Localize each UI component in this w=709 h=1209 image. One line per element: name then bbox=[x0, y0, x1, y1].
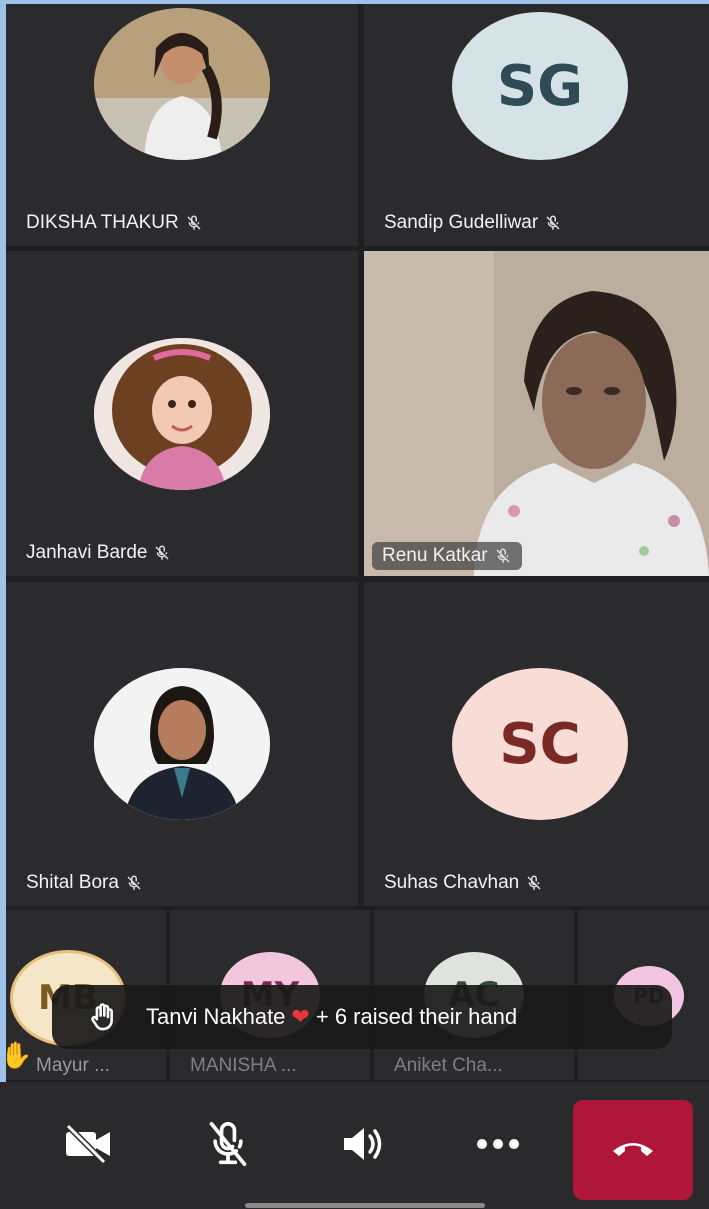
participant-name: Sandip Gudelliwar bbox=[384, 212, 562, 234]
raised-hand-icon bbox=[82, 995, 126, 1039]
mic-off-icon bbox=[206, 1120, 250, 1173]
participant-tile-renu[interactable]: Renu Katkar bbox=[364, 251, 709, 576]
mic-off-icon bbox=[125, 874, 143, 892]
mic-off-icon bbox=[525, 874, 543, 892]
more-options-button[interactable] bbox=[466, 1114, 530, 1178]
participant-name: Janhavi Barde bbox=[26, 542, 171, 564]
mic-toggle-button[interactable] bbox=[196, 1114, 260, 1178]
avatar-initials-text: SG bbox=[496, 53, 584, 119]
participant-tile-janhavi[interactable]: Janhavi Barde bbox=[6, 251, 358, 576]
speaker-icon bbox=[338, 1124, 386, 1169]
mic-off-icon bbox=[185, 214, 203, 232]
camera-toggle-button[interactable] bbox=[56, 1114, 120, 1178]
participant-tile-diksha[interactable]: DIKSHA THAKUR bbox=[6, 4, 358, 246]
raised-hand-emoji-icon: ✋ bbox=[0, 1040, 33, 1070]
strip-name: Aniket Cha... bbox=[394, 1055, 503, 1076]
end-call-button[interactable] bbox=[573, 1100, 693, 1200]
participant-tile-suhas[interactable]: SC Suhas Chavhan bbox=[364, 582, 709, 906]
participant-tile-shital[interactable]: Shital Bora bbox=[6, 582, 358, 906]
participant-tile-sandip[interactable]: SG Sandip Gudelliwar bbox=[364, 4, 709, 246]
heart-icon: ❤ bbox=[291, 1004, 310, 1029]
home-indicator[interactable] bbox=[245, 1203, 485, 1208]
avatar-initials: SC bbox=[452, 668, 628, 820]
participant-name: DIKSHA THAKUR bbox=[26, 212, 203, 234]
mic-off-icon bbox=[494, 547, 512, 565]
participant-name: Renu Katkar bbox=[372, 542, 522, 570]
strip-name: Mayur ... bbox=[36, 1055, 110, 1076]
participant-name: Suhas Chavhan bbox=[384, 872, 543, 894]
participant-video bbox=[364, 251, 709, 576]
mic-off-icon bbox=[544, 214, 562, 232]
avatar-photo bbox=[94, 668, 270, 820]
raised-hand-toast[interactable]: Tanvi Nakhate ❤ + 6 raised their hand bbox=[52, 985, 672, 1049]
camera-off-icon bbox=[62, 1123, 114, 1169]
avatar-photo bbox=[94, 8, 270, 160]
call-controls-bar bbox=[0, 1082, 709, 1209]
avatar-initials: SG bbox=[452, 12, 628, 160]
avatar-initials-text: SC bbox=[499, 711, 581, 777]
speaker-button[interactable] bbox=[330, 1114, 394, 1178]
participant-name: Shital Bora bbox=[26, 872, 143, 894]
mic-off-icon bbox=[153, 544, 171, 562]
avatar-photo bbox=[94, 338, 270, 490]
end-call-icon bbox=[609, 1137, 657, 1164]
toast-message: Tanvi Nakhate ❤ + 6 raised their hand bbox=[146, 1004, 518, 1029]
more-icon bbox=[474, 1137, 522, 1156]
strip-name: MANISHA ... bbox=[190, 1055, 297, 1076]
